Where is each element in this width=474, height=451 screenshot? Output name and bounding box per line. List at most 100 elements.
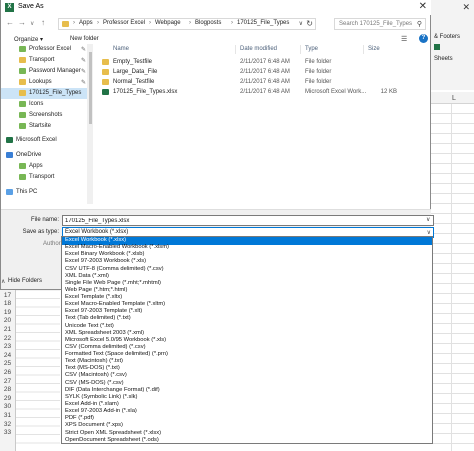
view-options-icon[interactable]: ☰ [401, 35, 407, 43]
back-arrow-icon[interactable]: ← [6, 18, 14, 27]
pin-icon[interactable]: ✎ [81, 68, 86, 75]
excel-icon: X [5, 3, 14, 12]
row-number[interactable]: 31 [0, 412, 15, 419]
file-row[interactable]: Empty_Testfile 2/11/2017 6:48 AM File fold… [95, 57, 431, 67]
row-number[interactable]: 29 [0, 395, 15, 402]
up-arrow-icon[interactable]: ↑ [41, 18, 45, 27]
breadcrumb-separator[interactable]: › [149, 20, 151, 26]
navigation-pane: Professor Excel ✎ Transport ✎ Password Manag… [1, 44, 93, 209]
close-icon[interactable]: ✕ [462, 2, 470, 13]
navigation-bar: ← → ∨ ↑ › Apps › Professor Excel › Webpage › Bl… [1, 15, 431, 33]
file-row[interactable]: Normal_Testfile 2/11/2017 6:48 AM File fol… [95, 77, 431, 87]
address-bar[interactable]: › Apps › Professor Excel › Webpage › Blogposts ›… [58, 18, 316, 30]
row-number[interactable]: 20 [0, 317, 15, 324]
breadcrumb-separator[interactable]: › [189, 20, 191, 26]
row-number[interactable]: 28 [0, 386, 15, 393]
new-folder-button[interactable]: New folder [70, 36, 99, 42]
organize-button[interactable]: Organize ▾ [14, 36, 43, 43]
nav-item[interactable]: Microsoft Excel [1, 135, 93, 146]
nav-item[interactable]: Lookups ✎ [1, 77, 93, 88]
chevron-down-icon[interactable]: ∨ [427, 229, 431, 236]
column-header-size[interactable]: Size [368, 46, 380, 52]
nav-item-label: Transport [29, 57, 55, 63]
chevron-down-icon[interactable]: ∨ [426, 216, 430, 223]
breadcrumb-item[interactable]: Webpage [155, 20, 181, 26]
nav-item[interactable]: Startsite [1, 121, 93, 132]
nav-item[interactable]: 170125_File_Types [1, 88, 93, 99]
row-number[interactable]: 24 [0, 352, 15, 359]
nav-scrollbar-thumb[interactable] [89, 52, 92, 124]
nav-item-label: This PC [16, 189, 38, 195]
nav-item-label: OneDrive [16, 152, 42, 158]
nav-item[interactable]: Apps [1, 161, 93, 172]
save-as-type-label: Save as type: [22, 229, 59, 235]
nav-item[interactable]: Professor Excel ✎ [1, 44, 93, 55]
column-divider[interactable] [300, 45, 301, 54]
row-number[interactable]: 23 [0, 343, 15, 350]
row-number[interactable]: 17 [0, 292, 15, 299]
nav-item[interactable]: Transport ✎ [1, 55, 93, 66]
worksheet-grid-left[interactable] [16, 282, 60, 451]
row-number[interactable]: 18 [0, 300, 15, 307]
search-placeholder: Search 170125_File_Types [339, 21, 413, 27]
pin-icon[interactable]: ✎ [81, 57, 86, 64]
help-icon[interactable]: ? [419, 34, 428, 43]
nav-item[interactable]: Screenshots [1, 110, 93, 121]
column-header-name[interactable]: Name [113, 46, 129, 52]
nav-item[interactable]: Password Manager ✎ [1, 66, 93, 77]
folder-icon [19, 123, 26, 129]
column-divider[interactable] [363, 45, 364, 54]
forward-arrow-icon[interactable]: → [18, 18, 26, 27]
file-size: 12 KB [380, 89, 397, 95]
file-row[interactable]: Large_Data_File 2/11/2017 6:48 AM File fol… [95, 67, 431, 77]
row-number[interactable]: 19 [0, 309, 15, 316]
nav-item-label: Microsoft Excel [16, 137, 57, 143]
row-number[interactable]: 22 [0, 335, 15, 342]
pin-icon[interactable]: ✎ [81, 46, 86, 53]
breadcrumb-item[interactable]: Professor Excel [103, 20, 145, 26]
breadcrumb-separator[interactable]: › [231, 20, 233, 26]
worksheet-grid[interactable] [430, 104, 474, 451]
file-type: File folder [305, 59, 332, 65]
nav-item[interactable]: Icons [1, 99, 93, 110]
column-header-l[interactable]: L [452, 95, 456, 102]
breadcrumb-separator[interactable]: › [97, 20, 99, 26]
row-number[interactable]: 32 [0, 421, 15, 428]
close-icon[interactable]: ✕ [419, 1, 427, 12]
file-name-input[interactable] [62, 215, 434, 226]
chevron-up-icon[interactable]: ∧ [1, 278, 5, 285]
file-name: 170125_File_Types.xlsx [113, 89, 178, 95]
folder-icon [19, 112, 26, 118]
chevron-down-icon[interactable]: ∨ [30, 20, 34, 27]
row-number[interactable]: 25 [0, 360, 15, 367]
column-header-date[interactable]: Date modified [240, 46, 277, 52]
row-number[interactable]: 33 [0, 429, 15, 436]
hide-folders-button[interactable]: Hide Folders [8, 278, 42, 284]
ribbon-sheets-button[interactable]: Sheets [434, 56, 453, 62]
column-header-type[interactable]: Type [305, 46, 318, 52]
column-divider[interactable] [235, 45, 236, 54]
row-number[interactable]: 30 [0, 403, 15, 410]
folder-icon [102, 79, 109, 85]
breadcrumb-item[interactable]: Blogposts [195, 20, 221, 26]
chevron-down-icon[interactable]: ∨ [299, 20, 303, 27]
save-type-option[interactable]: OpenDocument Spreadsheet (*.ods) [62, 437, 432, 445]
pin-icon[interactable]: ✎ [81, 79, 86, 86]
breadcrumb-item[interactable]: Apps [79, 20, 93, 26]
sheet-icon [434, 44, 440, 50]
nav-item[interactable]: Transport [1, 172, 93, 183]
row-number[interactable]: 26 [0, 369, 15, 376]
breadcrumb-item[interactable]: 170125_File_Types [237, 20, 289, 26]
search-input[interactable]: Search 170125_File_Types ⚲ [334, 18, 426, 30]
nav-item[interactable]: OneDrive [1, 150, 93, 161]
refresh-icon[interactable]: ↻ [306, 19, 313, 28]
folder-icon [19, 57, 26, 63]
nav-item-label: Lookups [29, 79, 52, 85]
breadcrumb-separator[interactable]: › [73, 20, 75, 26]
dialog-titlebar[interactable]: X Save As ✕ [1, 0, 431, 15]
row-number[interactable]: 27 [0, 378, 15, 385]
ribbon-header-footer-button[interactable]: & Footers [434, 34, 460, 40]
row-number[interactable]: 21 [0, 326, 15, 333]
file-row[interactable]: 170125_File_Types.xlsx 2/11/2017 6:48 AM M… [95, 87, 431, 97]
nav-item[interactable]: This PC [1, 187, 93, 198]
